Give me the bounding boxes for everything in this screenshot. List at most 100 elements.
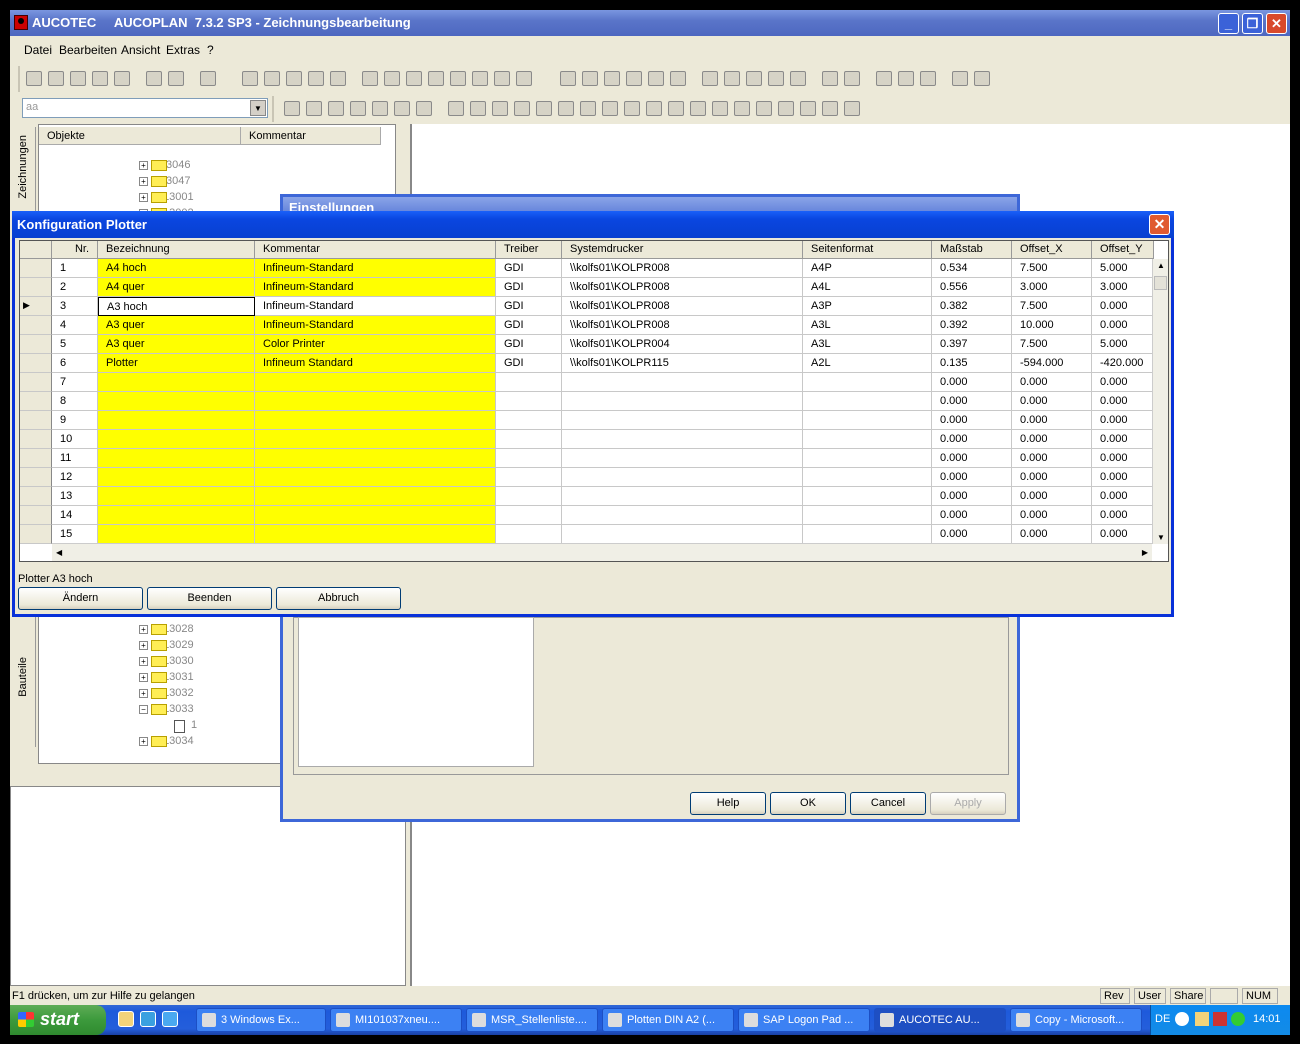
open-icon[interactable] [26,71,42,86]
sheet-icon[interactable] [242,71,258,86]
grid-cell[interactable] [98,430,255,449]
list-icon[interactable] [428,71,444,86]
grid-cell[interactable] [496,430,562,449]
sheet-image-icon[interactable] [286,71,302,86]
tab-bauteile[interactable]: Bauteile [17,657,29,697]
tray-network-icon[interactable] [1231,1012,1245,1026]
grid-cell[interactable]: 0.000 [932,449,1012,468]
table-row[interactable]: 11 0.000 0.000 0.000 [20,449,1154,468]
grid-cell[interactable] [803,392,932,411]
plotter-grid[interactable]: Nr. Bezeichnung Kommentar Treiber System… [19,240,1169,562]
horizontal-scrollbar[interactable]: ◀ ▶ [52,543,1152,561]
expand-icon[interactable]: + [139,689,148,698]
pin3-icon[interactable] [602,101,618,116]
text-icon[interactable] [308,71,324,86]
grid-cell[interactable] [803,468,932,487]
abbruch-button[interactable]: Abbruch [276,587,401,610]
grid-cell[interactable] [803,373,932,392]
scroll-down-icon[interactable]: ▼ [1157,533,1165,542]
grid-cell[interactable]: 0.000 [1092,297,1154,316]
grid-cell[interactable]: A3L [803,335,932,354]
menu-help[interactable]: ? [207,43,214,57]
tree-node[interactable]: + L3029 [139,639,194,651]
grid-cell[interactable]: 0.392 [932,316,1012,335]
grid-cell[interactable]: 0.000 [932,506,1012,525]
grid-cell[interactable]: 0.000 [932,392,1012,411]
grid-cell[interactable] [496,487,562,506]
tree-header-kommentar[interactable]: Kommentar [241,127,381,145]
grid-cell[interactable]: A3 quer [98,335,255,354]
window-icon[interactable] [450,71,466,86]
grid-cell[interactable]: 7.500 [1012,259,1092,278]
table2-icon[interactable] [844,101,860,116]
grid-cell[interactable]: 0.000 [1092,392,1154,411]
table-row[interactable]: 9 0.000 0.000 0.000 [20,411,1154,430]
ab-icon[interactable] [516,71,532,86]
grid-cell[interactable]: 0.556 [932,278,1012,297]
grid-cell[interactable]: GDI [496,297,562,316]
grid-cell[interactable]: 15 [52,525,98,544]
wave2-icon[interactable] [416,101,432,116]
row-header[interactable] [20,525,52,544]
arrow-right-icon[interactable] [560,71,576,86]
grid-cell[interactable] [562,449,803,468]
grid-cell[interactable]: 13 [52,487,98,506]
scroll-thumb[interactable] [1154,276,1167,290]
layer-combo[interactable]: aa ▼ [22,98,268,118]
grid-cell[interactable] [562,411,803,430]
col-header-kommentar[interactable]: Kommentar [255,241,496,259]
col-header-seitenformat[interactable]: Seitenformat [803,241,932,259]
collapse-icon[interactable]: − [139,705,148,714]
grid-cell[interactable]: 0.000 [1012,430,1092,449]
delete-x-icon[interactable] [668,101,684,116]
row-header[interactable] [20,487,52,506]
grid-cell[interactable]: 0.000 [932,411,1012,430]
grid-cell[interactable] [255,373,496,392]
grid-cell[interactable]: A4P [803,259,932,278]
grid-cell[interactable] [496,449,562,468]
help-button[interactable]: Help [690,792,766,815]
grid-cell[interactable] [803,525,932,544]
zoom-in-icon[interactable] [822,71,838,86]
grid-cell[interactable] [98,468,255,487]
expand-icon[interactable]: + [139,673,148,682]
row-header[interactable] [20,335,52,354]
grid-cell[interactable] [562,430,803,449]
grid-cell[interactable]: 0.000 [1012,373,1092,392]
grid-cell[interactable] [803,449,932,468]
table-icon[interactable] [384,71,400,86]
arrow-left-icon[interactable] [306,101,322,116]
grid-cell[interactable]: 0.000 [1092,449,1154,468]
maximize-icon[interactable]: ❐ [1242,13,1263,34]
grid-cell[interactable]: 5 [52,335,98,354]
arrow-right2-icon[interactable] [582,71,598,86]
close-icon[interactable]: ✕ [1149,214,1170,235]
zoom-out-icon[interactable] [844,71,860,86]
taskbar-task[interactable]: Plotten DIN A2 (... [602,1008,734,1032]
pages-icon[interactable] [670,71,686,86]
table-row[interactable]: 14 0.000 0.000 0.000 [20,506,1154,525]
col-header-massstab[interactable]: Maßstab [932,241,1012,259]
grid-cell[interactable]: Plotter [98,354,255,373]
grid-cell[interactable]: 12 [52,468,98,487]
menu-ansicht[interactable]: Ansicht [121,43,160,57]
save-all-icon[interactable] [114,71,130,86]
grid-cell[interactable]: 5.000 [1092,335,1154,354]
row-header[interactable] [20,316,52,335]
pin2-icon[interactable] [514,101,530,116]
tab-zeichnungen[interactable]: Zeichnungen [17,135,29,199]
grid-cell[interactable] [98,506,255,525]
row-header[interactable] [20,449,52,468]
expand-icon[interactable]: + [139,625,148,634]
grid-cell[interactable]: 14 [52,506,98,525]
grid-cell[interactable]: \\kolfs01\KOLPR008 [562,259,803,278]
taskbar-task[interactable]: SAP Logon Pad ... [738,1008,870,1032]
table-row[interactable]: 7 0.000 0.000 0.000 [20,373,1154,392]
row-header[interactable] [20,430,52,449]
table-row[interactable]: 13 0.000 0.000 0.000 [20,487,1154,506]
grid-cell[interactable]: 0.382 [932,297,1012,316]
grid-cell[interactable]: Color Printer [255,335,496,354]
grid-cell[interactable] [496,392,562,411]
grid-cell[interactable] [255,487,496,506]
tree-node[interactable]: + L3032 [139,687,194,699]
